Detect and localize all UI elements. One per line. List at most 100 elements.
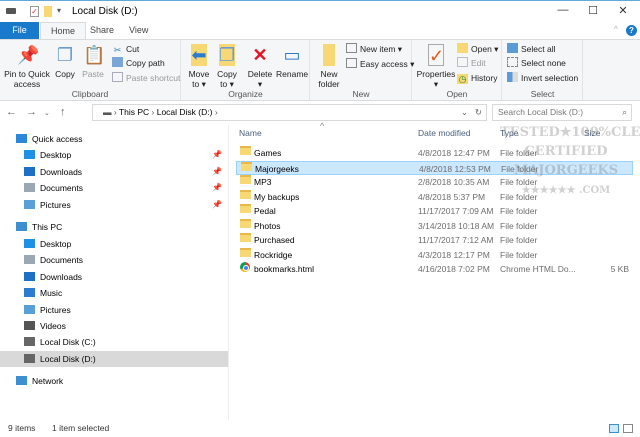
history-button[interactable]: ◷ History [457,72,497,85]
nav-item[interactable]: Local Disk (D:) [0,351,228,367]
column-header-date[interactable]: Date modified [418,128,470,138]
file-row[interactable]: Pedal 11/17/2017 7:09 AM File folder [236,204,633,218]
desktop-icon [24,150,35,159]
file-date: 11/17/2017 7:12 AM [418,235,494,245]
paste-button[interactable]: 📋 Paste [81,44,105,79]
drive-icon [24,337,35,346]
nav-item-label: Desktop [40,150,72,160]
new-folder-icon[interactable] [44,6,52,17]
file-date: 4/8/2018 12:47 PM [418,148,490,158]
details-view-button[interactable] [609,424,619,433]
maximize-button[interactable]: ☐ [578,4,608,20]
nav-item[interactable]: Downloads [0,269,228,285]
column-header-name[interactable]: Name [239,128,262,138]
file-row[interactable]: My backups 4/8/2018 5:37 PM File folder [236,189,633,204]
tab-file[interactable]: File [0,22,39,39]
organize-group: ⬅ Move to ▾ ❐ Copy to ▾ ✕ Delete ▾ ▭ Rename … [182,40,310,101]
delete-button[interactable]: ✕ Delete ▾ [246,44,274,89]
pictures-icon [24,200,35,209]
nav-item[interactable]: Pictures [0,302,228,318]
pin-icon: 📌 [212,183,222,192]
address-dropdown-icon[interactable]: ⌄ [461,105,468,120]
properties-icon[interactable]: ✓ [30,6,39,17]
tab-share[interactable]: Share [80,22,124,39]
select-none-button[interactable]: Select none [507,57,566,70]
pin-quick-access-button[interactable]: 📌 Pin to Quick access [3,44,51,89]
pin-icon: 📌 [212,200,222,209]
address-bar[interactable]: ▬ › This PC › Local Disk (D:) › ⌄ ↻ [92,104,487,121]
file-row[interactable]: Rockridge 4/3/2018 12:17 PM File folder [236,247,633,262]
nav-item[interactable]: Downloads 📌 [0,164,228,180]
nav-item[interactable]: This PC [0,219,228,235]
select-all-icon [507,43,518,53]
drive-icon [6,8,16,14]
move-to-button[interactable]: ⬅ Move to ▾ [186,44,212,89]
nav-item[interactable]: Pictures 📌 [0,197,228,213]
nav-item-label: Quick access [32,134,83,144]
item-count: 9 items [8,423,36,433]
rename-button[interactable]: ▭ Rename [276,44,308,79]
ribbon-tabs: File Home Share View ^ ? [0,22,640,39]
close-button[interactable]: ✕ [608,4,638,20]
breadcrumb-local-disk-d[interactable]: Local Disk (D:) [157,107,213,117]
copy-button[interactable]: ❐ Copy [53,44,77,79]
file-row[interactable]: Purchased 11/17/2017 7:12 AM File folder [236,233,633,247]
nav-item-label: Videos [40,321,66,331]
file-row[interactable]: Games 4/8/2018 12:47 PM File folder [236,146,633,160]
breadcrumb-this-pc[interactable]: This PC [119,107,149,117]
new-item-button[interactable]: New item ▾ [346,43,402,56]
file-date: 4/3/2018 12:17 PM [418,249,490,260]
paste-shortcut-button[interactable]: Paste shortcut [112,72,180,85]
nav-item[interactable]: Network [0,373,228,389]
customize-dropdown-icon[interactable]: ▾ [57,6,61,15]
nav-item[interactable]: Documents [0,252,228,268]
nav-item[interactable]: Documents 📌 [0,180,228,196]
column-header-size[interactable]: Size [584,128,601,138]
open-button[interactable]: Open ▾ [457,43,498,56]
search-input[interactable]: Search Local Disk (D:) ⌕ [492,104,632,121]
cut-button[interactable]: ✂ Cut [112,43,140,56]
file-row[interactable]: Majorgeeks 4/8/2018 12:53 PM File folder [236,160,633,175]
file-name: My backups [254,191,300,202]
help-icon[interactable]: ? [626,25,637,36]
large-icons-view-button[interactable] [623,424,633,433]
minimize-button[interactable]: — [548,4,578,20]
network-icon [16,376,27,385]
invert-selection-icon [507,72,518,82]
recent-locations-icon[interactable]: ⌄ [44,109,50,117]
copy-to-button[interactable]: ❐ Copy to ▾ [214,44,240,89]
up-button[interactable]: ↑ [60,106,66,118]
select-group-label: Select [530,89,555,99]
download-icon [24,167,35,176]
file-type: Chrome HTML Do... [500,264,576,274]
pane-divider[interactable] [228,125,229,420]
nav-item[interactable]: Videos [0,318,228,334]
copy-path-button[interactable]: Copy path [112,57,165,70]
nav-item[interactable]: Local Disk (C:) [0,334,228,350]
tab-view[interactable]: View [119,22,158,39]
file-row[interactable]: MP3 2/8/2018 10:35 AM File folder [236,175,633,189]
nav-item[interactable]: Music [0,285,228,301]
properties-button[interactable]: ✓ Properties ▾ [415,44,457,89]
computer-icon [16,222,27,231]
file-row[interactable]: Photos 3/14/2018 10:18 AM File folder [236,218,633,233]
file-date: 4/8/2018 5:37 PM [418,191,486,202]
file-name: bookmarks.html [254,264,314,274]
easy-access-button[interactable]: Easy access ▾ [346,58,414,71]
new-folder-button[interactable]: New folder [315,44,343,89]
edit-icon [457,57,468,67]
folder-icon [240,175,251,184]
nav-item[interactable]: Quick access [0,131,228,147]
sort-ascending-icon: ^ [320,121,325,131]
column-header-type[interactable]: Type [500,128,518,138]
nav-item[interactable]: Desktop [0,236,228,252]
invert-selection-button[interactable]: Invert selection [507,72,578,85]
back-button[interactable]: ← [6,106,17,118]
collapse-ribbon-icon[interactable]: ^ [614,25,618,34]
select-all-button[interactable]: Select all [507,43,556,56]
file-row[interactable]: bookmarks.html 4/16/2018 7:02 PM Chrome HT… [236,262,633,276]
forward-button[interactable]: → [26,106,37,118]
nav-item[interactable]: Desktop 📌 [0,147,228,163]
edit-button[interactable]: Edit [457,57,486,70]
refresh-icon[interactable]: ↻ [475,105,482,120]
